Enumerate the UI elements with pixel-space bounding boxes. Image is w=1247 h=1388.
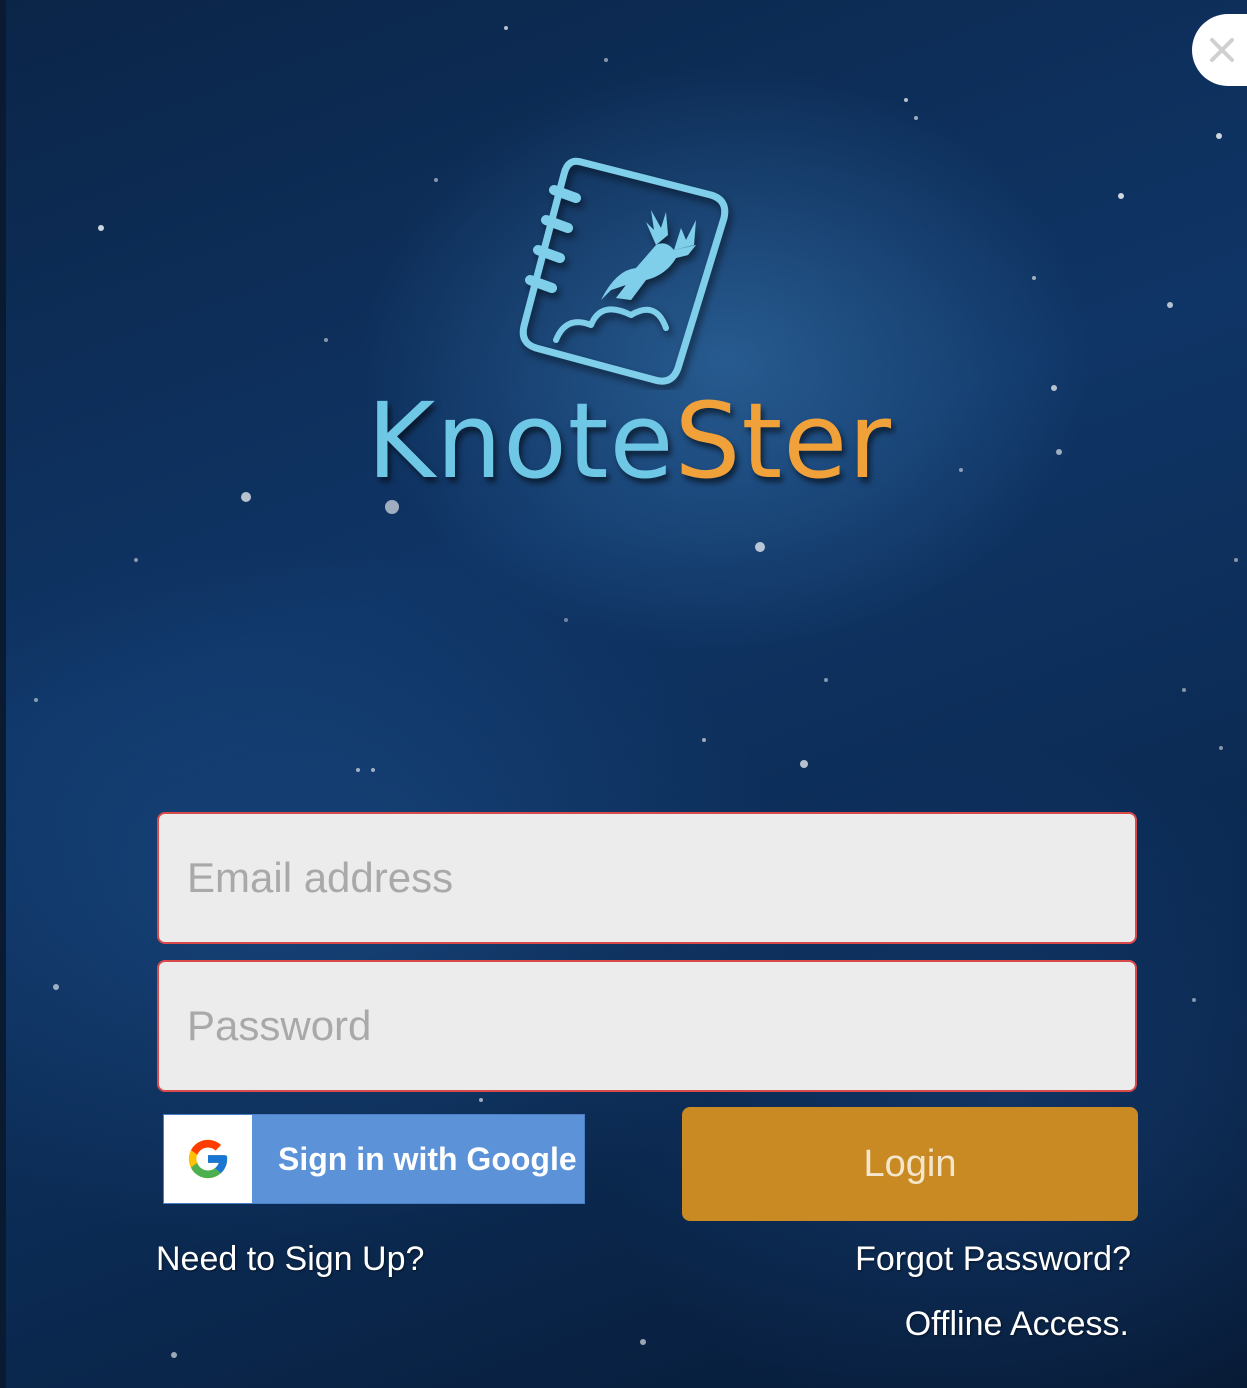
login-window: KnoteSter Sign in with Google Login Need…	[0, 0, 1247, 1388]
forgot-password-link[interactable]: Forgot Password?	[855, 1240, 1131, 1279]
offline-access-link[interactable]: Offline Access.	[905, 1305, 1129, 1344]
brand-wordmark: KnoteSter	[6, 380, 1247, 502]
brand-wordmark-part1: Knote	[366, 380, 675, 502]
close-icon	[1210, 38, 1234, 62]
google-sign-in-button[interactable]: Sign in with Google	[163, 1114, 585, 1204]
google-icon-container	[164, 1115, 252, 1203]
sign-up-link[interactable]: Need to Sign Up?	[156, 1240, 424, 1279]
login-button[interactable]: Login	[682, 1107, 1138, 1221]
google-sign-in-label: Sign in with Google	[278, 1140, 577, 1177]
email-field[interactable]	[157, 812, 1137, 944]
password-field[interactable]	[157, 960, 1137, 1092]
app-logo-icon	[519, 157, 729, 385]
google-icon	[188, 1139, 228, 1179]
brand-wordmark-part2: Ster	[674, 380, 893, 502]
